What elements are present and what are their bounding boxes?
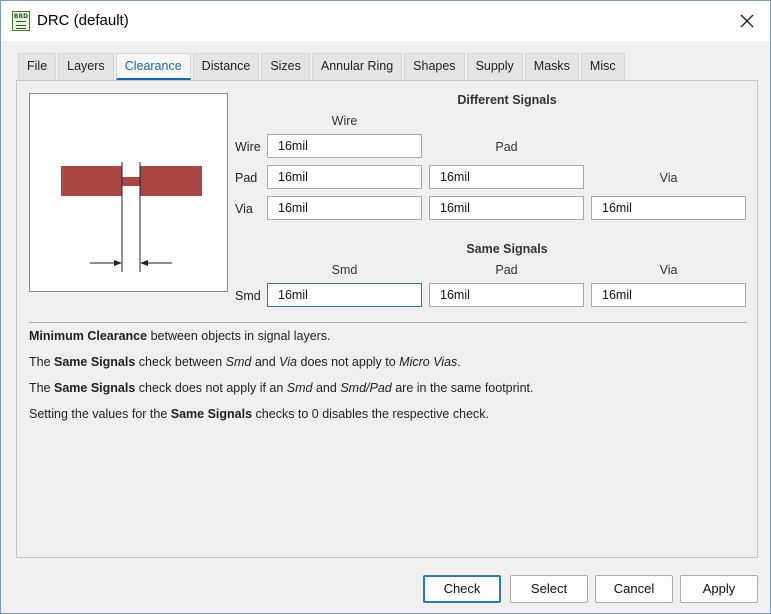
select-button[interactable]: Select: [510, 575, 588, 603]
tab-supply[interactable]: Supply: [466, 53, 523, 80]
tab-file[interactable]: File: [18, 53, 57, 80]
drc-dialog: BRD DRC (default) File Layers Clearance …: [0, 0, 771, 614]
col-smd-label: Smd: [331, 263, 358, 277]
app-icon-text: BRD: [13, 13, 29, 20]
smd-pad-input[interactable]: 16mil: [429, 283, 584, 307]
window-title: DRC (default): [37, 12, 129, 29]
col-wire-label: Wire: [331, 114, 358, 128]
close-icon: [740, 14, 754, 28]
check-button[interactable]: Check: [423, 575, 501, 603]
info-line-3: The Same Signals check does not apply if…: [29, 381, 534, 395]
row-pad-label: Pad: [235, 171, 258, 185]
clearance-panel: Different Signals Wire Pad Via Wire 16mi…: [16, 80, 758, 558]
tab-clearance[interactable]: Clearance: [115, 53, 191, 80]
cancel-button[interactable]: Cancel: [595, 575, 673, 603]
via-pad-input[interactable]: 16mil: [429, 196, 584, 220]
row-smd-label: Smd: [235, 289, 261, 303]
divider: [29, 322, 747, 323]
smd-via-input[interactable]: 16mil: [591, 283, 746, 307]
title-bar: BRD DRC (default): [1, 1, 770, 41]
smd-smd-input[interactable]: 16mil: [267, 283, 422, 307]
tab-masks[interactable]: Masks: [524, 53, 579, 80]
col-pad-label: Pad: [495, 140, 518, 154]
tab-distance[interactable]: Distance: [192, 53, 260, 80]
clearance-diagram: [61, 162, 202, 272]
tab-bar: File Layers Clearance Distance Sizes Ann…: [18, 53, 627, 80]
tab-layers[interactable]: Layers: [58, 53, 114, 80]
same-signals-heading: Same Signals: [466, 242, 548, 256]
tab-sizes[interactable]: Sizes: [261, 53, 310, 80]
close-button[interactable]: [732, 7, 762, 35]
brd-app-icon: BRD: [12, 11, 30, 31]
right-trace: [140, 166, 202, 196]
row-wire-label: Wire: [235, 140, 261, 154]
clearance-preview-image: [29, 93, 228, 292]
info-line-2: The Same Signals check between Smd and V…: [29, 355, 461, 369]
tab-misc[interactable]: Misc: [580, 53, 625, 80]
arrow-left-head: [114, 260, 122, 266]
info-line-4: Setting the values for the Same Signals …: [29, 407, 489, 421]
row-via-label: Via: [235, 202, 253, 216]
info-line-1: Minimum Clearance between objects in sig…: [29, 329, 331, 343]
apply-button[interactable]: Apply: [680, 575, 758, 603]
pad-pad-input[interactable]: 16mil: [429, 165, 584, 189]
different-signals-heading: Different Signals: [457, 93, 557, 107]
wire-wire-input[interactable]: 16mil: [267, 134, 422, 158]
via-wire-input[interactable]: 16mil: [267, 196, 422, 220]
gap-connector: [122, 177, 140, 186]
via-via-input[interactable]: 16mil: [591, 196, 746, 220]
pad-wire-input[interactable]: 16mil: [267, 165, 422, 189]
left-trace: [61, 166, 122, 196]
col-same-via-label: Via: [659, 263, 678, 277]
tab-annular-ring[interactable]: Annular Ring: [311, 53, 403, 80]
arrow-right-head: [140, 260, 148, 266]
col-same-pad-label: Pad: [495, 263, 518, 277]
col-via-label: Via: [659, 171, 678, 185]
tab-shapes[interactable]: Shapes: [404, 53, 465, 80]
